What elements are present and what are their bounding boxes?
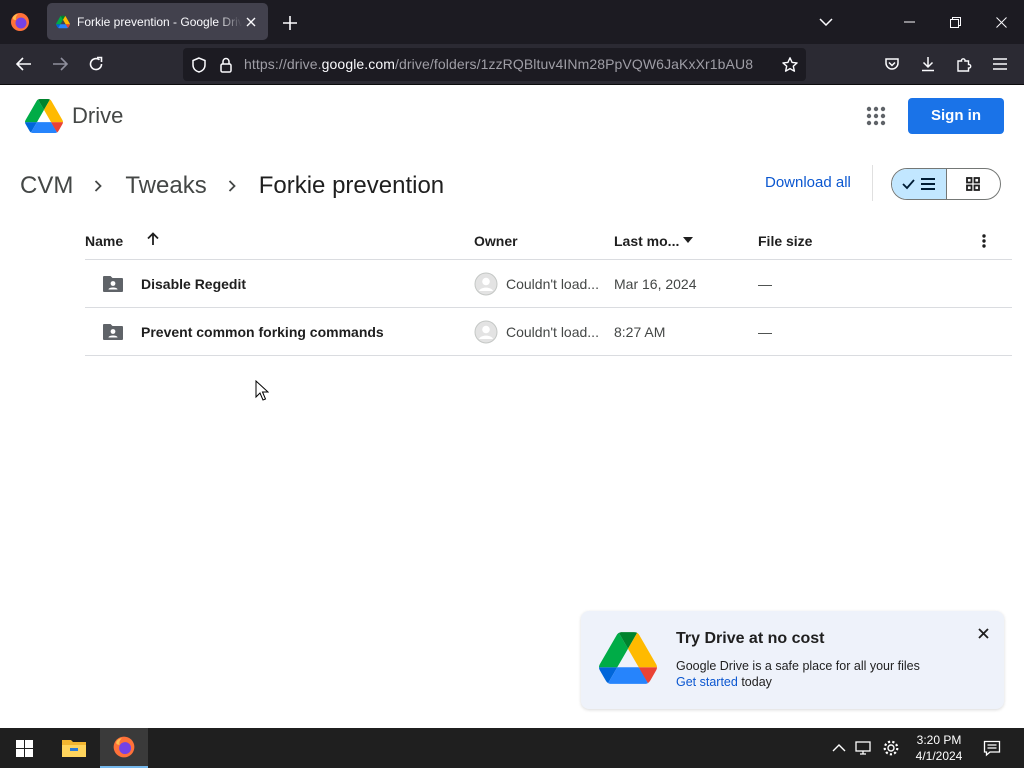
url-domain: google.com bbox=[321, 56, 396, 72]
avatar-icon bbox=[474, 272, 498, 296]
windows-start-icon[interactable] bbox=[16, 740, 33, 757]
promo-text: Google Drive is a safe place for all you… bbox=[676, 659, 920, 673]
divider bbox=[872, 165, 873, 201]
clock[interactable]: 3:20 PM 4/1/2024 bbox=[912, 732, 966, 764]
file-name[interactable]: Disable Regedit bbox=[141, 276, 246, 292]
list-icon bbox=[902, 178, 935, 190]
network-icon[interactable] bbox=[854, 739, 872, 757]
star-icon[interactable] bbox=[781, 56, 799, 74]
column-file-size[interactable]: File size bbox=[758, 233, 812, 249]
table-row[interactable]: Prevent common forking commands Couldn't… bbox=[85, 308, 1012, 356]
settings-icon[interactable] bbox=[882, 739, 900, 757]
table-header: Name Owner Last mo... File size bbox=[85, 224, 1012, 260]
file-table: Name Owner Last mo... File size Disable … bbox=[85, 224, 1012, 356]
firefox-icon[interactable] bbox=[9, 11, 31, 33]
breadcrumb-item[interactable]: CVM bbox=[20, 172, 73, 200]
restore-icon[interactable] bbox=[945, 12, 965, 32]
taskbar: 3:20 PM 4/1/2024 bbox=[0, 728, 1024, 768]
minimize-icon[interactable] bbox=[899, 12, 919, 32]
more-vert-icon[interactable] bbox=[982, 234, 986, 248]
size-text: — bbox=[758, 324, 772, 340]
owner-text: Couldn't load... bbox=[506, 324, 599, 340]
drive-header: Drive Sign in bbox=[0, 85, 1024, 149]
clock-date: 4/1/2024 bbox=[915, 749, 963, 763]
extensions-icon[interactable] bbox=[954, 54, 974, 74]
download-icon[interactable] bbox=[918, 54, 938, 74]
modified-text: 8:27 AM bbox=[614, 324, 666, 340]
clock-time: 3:20 PM bbox=[916, 733, 962, 747]
plus-icon[interactable] bbox=[280, 13, 300, 33]
menu-icon[interactable] bbox=[990, 54, 1010, 74]
get-started-link[interactable]: Get started bbox=[676, 675, 738, 689]
list-view-button[interactable] bbox=[892, 169, 947, 199]
apps-grid-icon[interactable] bbox=[865, 105, 887, 127]
column-owner[interactable]: Owner bbox=[474, 233, 518, 249]
url-bar[interactable]: https://drive.google.com/drive/folders/1… bbox=[183, 48, 806, 81]
url-text[interactable]: https://drive.google.com/drive/folders/1… bbox=[244, 48, 753, 81]
drive-icon bbox=[56, 15, 70, 28]
breadcrumb: CVM Tweaks Forkie prevention bbox=[20, 168, 444, 204]
browser-tab-active[interactable]: Forkie prevention - Google Drive bbox=[47, 3, 268, 40]
forward-icon[interactable] bbox=[50, 54, 70, 74]
download-all-button[interactable]: Download all bbox=[765, 174, 851, 191]
owner-text: Couldn't load... bbox=[506, 276, 599, 292]
chevron-down-icon[interactable] bbox=[816, 12, 836, 32]
browser-tabstrip: Forkie prevention - Google Drive bbox=[0, 0, 1024, 44]
close-icon[interactable] bbox=[973, 623, 993, 643]
drive-logo[interactable] bbox=[25, 99, 63, 133]
breadcrumb-item[interactable]: Tweaks bbox=[125, 172, 206, 200]
size-text: — bbox=[758, 276, 772, 292]
shared-folder-icon bbox=[103, 324, 123, 340]
column-name[interactable]: Name bbox=[85, 233, 123, 249]
tab-title: Forkie prevention - Google Drive bbox=[77, 14, 242, 29]
url-path: /drive/folders/1zzRQBltuv4INm28PpVQW6JaK… bbox=[395, 56, 754, 72]
lock-icon[interactable] bbox=[217, 56, 235, 74]
chevron-right-icon bbox=[86, 174, 110, 198]
promo-cta: Get started today bbox=[676, 675, 772, 689]
chevron-right-icon bbox=[220, 174, 244, 198]
drive-logo bbox=[599, 632, 657, 684]
notifications-icon[interactable] bbox=[983, 739, 1001, 757]
url-prefix: https://drive. bbox=[244, 56, 322, 72]
chevron-up-icon[interactable] bbox=[830, 739, 848, 757]
back-icon[interactable] bbox=[14, 54, 34, 74]
promo-cta-suffix: today bbox=[737, 675, 772, 689]
mouse-cursor bbox=[255, 380, 269, 401]
file-explorer-icon[interactable] bbox=[50, 728, 98, 768]
sort-down-icon[interactable] bbox=[683, 237, 693, 243]
reload-icon[interactable] bbox=[86, 54, 106, 74]
browser-navbar: https://drive.google.com/drive/folders/1… bbox=[0, 44, 1024, 85]
promo-title: Try Drive at no cost bbox=[676, 630, 825, 647]
arrow-up-icon[interactable] bbox=[146, 232, 160, 246]
view-toggle bbox=[891, 168, 1001, 200]
shared-folder-icon bbox=[103, 276, 123, 292]
avatar-icon bbox=[474, 320, 498, 344]
sign-in-button[interactable]: Sign in bbox=[908, 98, 1004, 134]
breadcrumb-current[interactable]: Forkie prevention bbox=[259, 172, 444, 200]
grid-icon bbox=[966, 177, 981, 191]
close-window-icon[interactable] bbox=[991, 12, 1011, 32]
table-row[interactable]: Disable Regedit Couldn't load... Mar 16,… bbox=[85, 260, 1012, 308]
modified-text: Mar 16, 2024 bbox=[614, 276, 697, 292]
grid-view-button[interactable] bbox=[947, 169, 1001, 199]
close-icon[interactable] bbox=[242, 13, 260, 31]
firefox-taskbar-icon[interactable] bbox=[100, 728, 148, 768]
pocket-icon[interactable] bbox=[882, 54, 902, 74]
app-name: Drive bbox=[72, 103, 124, 128]
promo-card: Try Drive at no cost Google Drive is a s… bbox=[581, 611, 1004, 709]
file-name[interactable]: Prevent common forking commands bbox=[141, 324, 384, 340]
column-last-modified[interactable]: Last mo... bbox=[614, 233, 679, 249]
shield-icon[interactable] bbox=[190, 56, 208, 74]
